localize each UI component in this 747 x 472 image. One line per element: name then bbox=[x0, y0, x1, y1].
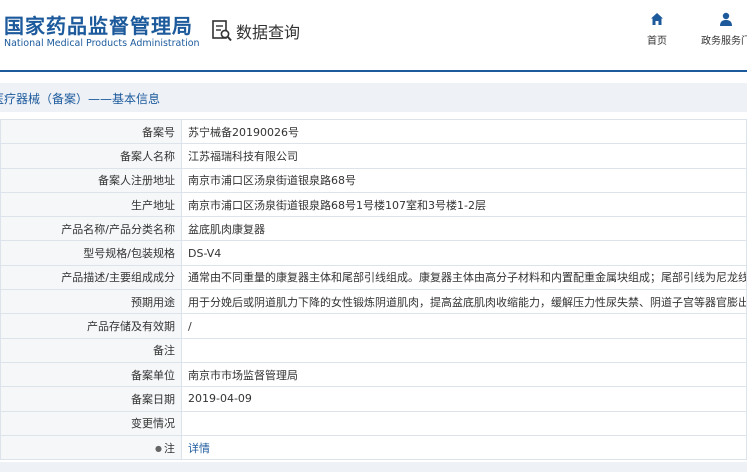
field-label: 产品描述/主要组成成分 bbox=[0, 264, 182, 291]
nav-home-label: 首页 bbox=[647, 36, 667, 47]
field-value: 用于分娩后或阴道肌力下降的女性锻炼阴道肌肉，提高盆底肌肉收缩能力，缓解压力性尿失… bbox=[181, 289, 747, 315]
table-row: 备案日期 2019-04-09 bbox=[0, 386, 747, 412]
field-label-text: 产品存储及有效期 bbox=[87, 320, 175, 334]
field-label-text: 预期用途 bbox=[131, 295, 175, 309]
data-query-title: 数据查询 bbox=[212, 19, 300, 43]
field-label-text: 备案人名称 bbox=[120, 149, 175, 163]
field-label-text: 备案人注册地址 bbox=[98, 174, 175, 188]
table-row: ● 注详情 bbox=[0, 434, 747, 461]
nav-home[interactable]: 首页 bbox=[647, 12, 667, 47]
field-value: 通常由不同重量的康复器主体和尾部引线组成。康复器主体由高分子材料和内置配重金属块… bbox=[181, 264, 747, 291]
table-row: 备注 bbox=[0, 337, 747, 363]
breadcrumb: 医疗器械（备案）——基本信息 bbox=[0, 83, 747, 112]
table-row: 型号规格/包装规格 DS-V4 bbox=[0, 240, 747, 266]
field-label: 变更情况 bbox=[0, 410, 182, 436]
site-logo-cn[interactable]: 国家药品监督管理局 bbox=[4, 10, 193, 39]
field-value: 2019-04-09 bbox=[181, 386, 747, 412]
site-header: 国家药品监督管理局 National Medical Products Admi… bbox=[0, 0, 747, 70]
field-value: 江苏福瑞科技有限公司 bbox=[181, 143, 747, 169]
field-label-text: 型号规格/包装规格 bbox=[83, 247, 175, 261]
field-label: 备案单位 bbox=[0, 361, 182, 388]
field-value: 苏宁械备20190026号 bbox=[181, 118, 747, 145]
table-row: 产品名称/产品分类名称 盆底肌肉康复器 bbox=[0, 216, 747, 242]
field-value bbox=[181, 337, 747, 363]
table-row: 备案人名称 江苏福瑞科技有限公司 bbox=[0, 143, 747, 169]
field-label: ● 注 bbox=[0, 434, 182, 461]
field-label-text: 生产地址 bbox=[131, 198, 175, 212]
field-value: / bbox=[181, 313, 747, 339]
field-label: 备案日期 bbox=[0, 386, 182, 412]
table-row: 产品存储及有效期 / bbox=[0, 313, 747, 339]
table-row: 产品描述/主要组成成分 通常由不同重量的康复器主体和尾部引线组成。康复器主体由高分… bbox=[0, 264, 747, 291]
field-value: 南京市浦口区汤泉街道银泉路68号1号楼107室和3号楼1-2层 bbox=[181, 191, 747, 218]
field-label-text: 注 bbox=[164, 441, 175, 455]
field-label-text: 变更情况 bbox=[131, 417, 175, 431]
breadcrumb-text: 医疗器械（备案）——基本信息 bbox=[0, 92, 161, 106]
table-row: 生产地址 南京市浦口区汤泉街道银泉路68号1号楼107室和3号楼1-2层 bbox=[0, 191, 747, 218]
document-search-icon bbox=[212, 20, 232, 42]
field-value: 盆底肌肉康复器 bbox=[181, 216, 747, 242]
table-row: 备案单位 南京市市场监督管理局 bbox=[0, 361, 747, 388]
field-label: 型号规格/包装规格 bbox=[0, 240, 182, 266]
nav-government-services[interactable]: 政务服务门 bbox=[701, 12, 747, 47]
field-value: 南京市浦口区汤泉街道银泉路68号 bbox=[181, 167, 747, 193]
field-label: 备案人注册地址 bbox=[0, 167, 182, 193]
nav-government-services-label: 政务服务门 bbox=[701, 36, 747, 47]
bullet-icon: ● bbox=[155, 443, 162, 453]
field-label-text: 备注 bbox=[153, 344, 175, 358]
record-detail-table: 备案号 苏宁械备20190026号 备案人名称 江苏福瑞科技有限公司 备案人注册地址 南京… bbox=[0, 118, 747, 461]
field-label-text: 备案日期 bbox=[131, 392, 175, 406]
field-label: 产品存储及有效期 bbox=[0, 313, 182, 339]
field-label-text: 备案号 bbox=[142, 125, 175, 139]
field-label-text: 产品描述/主要组成成分 bbox=[61, 271, 175, 285]
field-label: 备案号 bbox=[0, 118, 182, 145]
footer-bar bbox=[0, 462, 747, 472]
field-label: 生产地址 bbox=[0, 191, 182, 218]
field-label-text: 备案单位 bbox=[131, 368, 175, 382]
table-row: 备案号 苏宁械备20190026号 bbox=[0, 118, 747, 145]
site-logo-en: National Medical Products Administration bbox=[4, 38, 200, 49]
field-value: 南京市市场监督管理局 bbox=[181, 361, 747, 388]
user-icon bbox=[720, 12, 732, 26]
table-row: 备案人注册地址 南京市浦口区汤泉街道银泉路68号 bbox=[0, 167, 747, 193]
field-value bbox=[181, 410, 747, 436]
field-label: 预期用途 bbox=[0, 289, 182, 315]
data-query-label: 数据查询 bbox=[236, 23, 301, 42]
table-row: 变更情况 bbox=[0, 410, 747, 436]
field-label: 备案人名称 bbox=[0, 143, 182, 169]
home-icon bbox=[651, 13, 663, 25]
field-label: 备注 bbox=[0, 337, 182, 363]
field-label-text: 产品名称/产品分类名称 bbox=[61, 222, 175, 236]
details-link[interactable]: 详情 bbox=[181, 434, 747, 461]
header-divider bbox=[0, 70, 747, 72]
field-value: DS-V4 bbox=[181, 240, 747, 266]
field-label: 产品名称/产品分类名称 bbox=[0, 216, 182, 242]
table-row: 预期用途 用于分娩后或阴道肌力下降的女性锻炼阴道肌肉，提高盆底肌肉收缩能力，缓解压… bbox=[0, 289, 747, 315]
